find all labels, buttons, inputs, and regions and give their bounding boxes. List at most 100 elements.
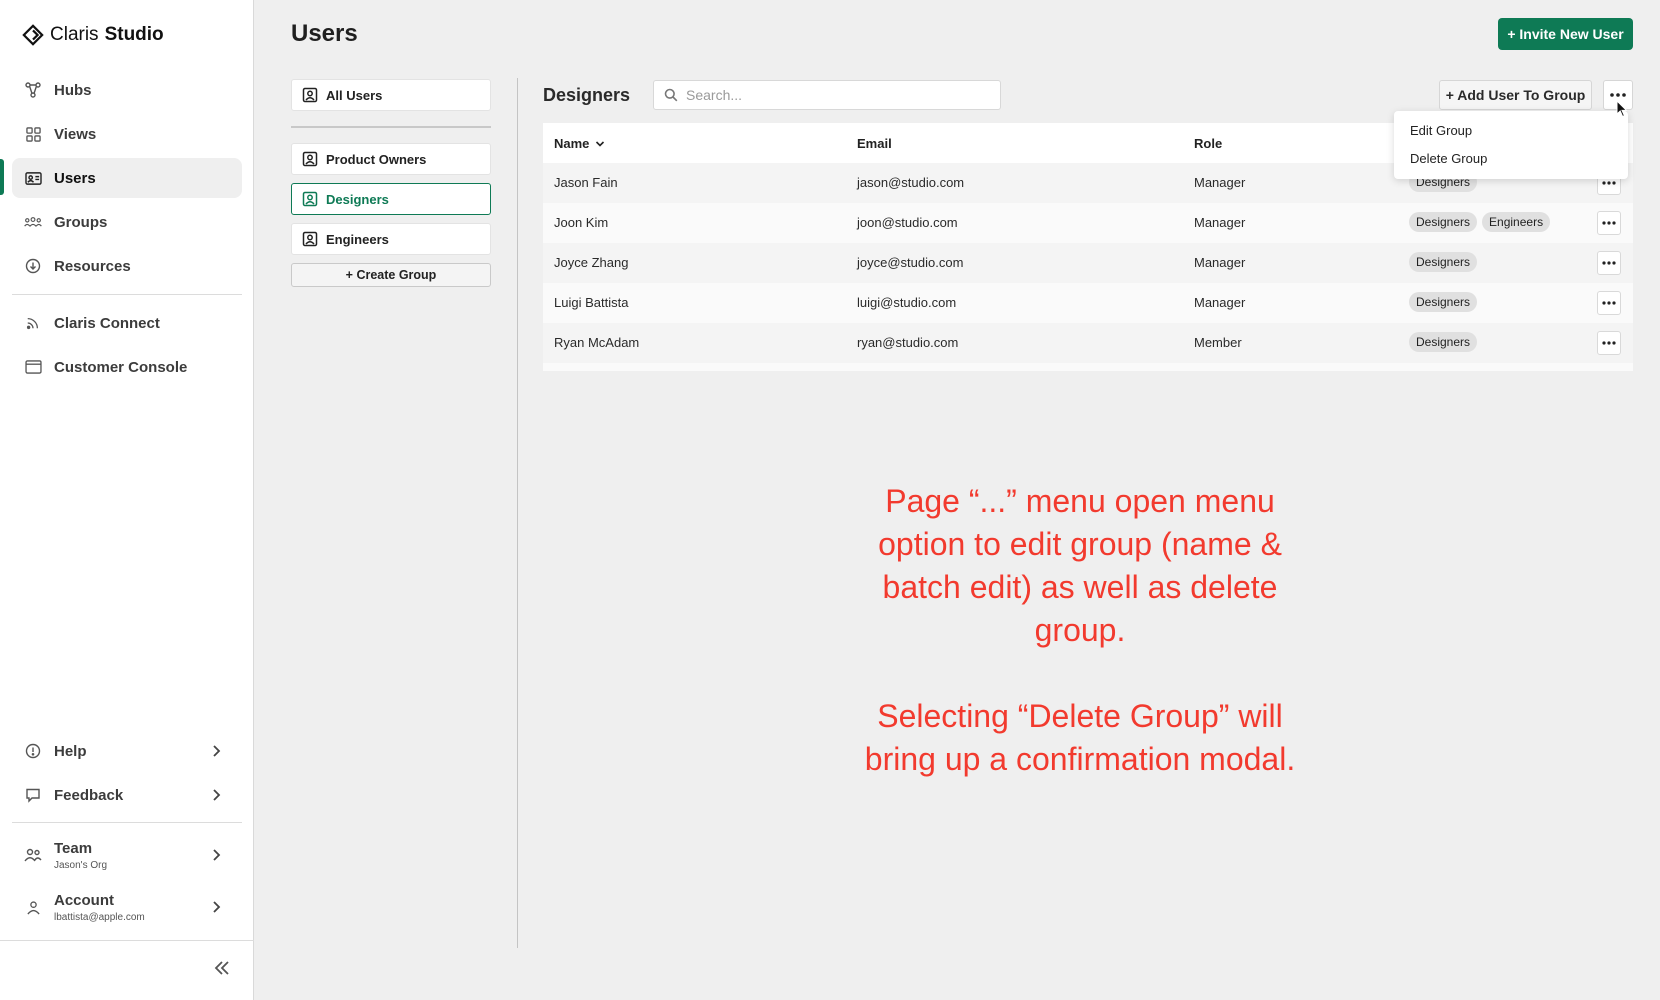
user-name: Ryan McAdam [554,335,640,350]
panel-divider [517,78,518,948]
user-role: Member [1194,335,1242,350]
user-name: Luigi Battista [554,295,629,310]
user-name: Joon Kim [554,215,609,230]
annotation-paragraph-1: Page “...” menu open menu option to edit… [878,483,1282,648]
nav-item-views[interactable]: Views [12,114,242,154]
nav-label-hubs: Hubs [54,81,92,99]
claris-studio-logo[interactable]: Claris Studio [22,24,164,46]
more-horizontal-icon [1602,181,1616,185]
nav-item-customer-console[interactable]: Customer Console [12,347,242,387]
row-more-options-button[interactable] [1597,251,1621,275]
nav-item-claris-connect[interactable]: Claris Connect [12,303,242,343]
nav-item-groups[interactable]: Groups [12,202,242,242]
team-org-name: Jason's Org [54,859,108,871]
group-tag: Engineers [1482,212,1551,232]
more-horizontal-icon [1602,341,1616,345]
more-horizontal-icon [1610,93,1626,97]
group-engineers[interactable]: Engineers [291,223,491,255]
group-designers[interactable]: Designers [291,183,491,215]
user-email: ryan@studio.com [857,335,959,350]
group-tag: Designers [1409,332,1478,352]
group-all-users[interactable]: All Users [291,79,491,111]
user-card-icon [302,151,318,167]
page-title: Users [291,20,358,47]
row-more-options-button[interactable] [1597,211,1621,235]
group-label: Engineers [326,231,389,247]
nav-label-customer-console: Customer Console [54,358,188,376]
chevron-right-icon [213,849,221,861]
user-card-icon [302,231,318,247]
table-row[interactable]: Joon Kim joon@studio.com Manager Designe… [543,203,1633,243]
group-label: All Users [326,87,383,103]
user-role: Manager [1194,295,1246,310]
nav-label-users: Users [54,169,96,187]
user-card-icon [302,191,318,207]
group-options-menu: Edit Group Delete Group [1394,111,1628,179]
add-user-to-group-button[interactable]: + Add User To Group [1439,80,1592,110]
menu-item-edit-group[interactable]: Edit Group [1410,123,1472,138]
group-tag: Designers [1409,292,1478,312]
nav-label-help: Help [54,742,87,760]
table-row[interactable]: Joyce Zhang joyce@studio.com Manager Des… [543,243,1633,283]
grid-icon [24,125,42,143]
search-input[interactable] [686,87,986,103]
design-annotation: Page “...” menu open menu option to edit… [850,480,1310,824]
search-box[interactable] [653,80,1001,110]
brand-name-studio: Studio [104,24,164,45]
claris-logo-icon [22,24,44,46]
nav-item-help[interactable]: Help [12,731,242,771]
row-more-options-button[interactable] [1597,331,1621,355]
user-name: Jason Fain [554,175,618,190]
nav-label-groups: Groups [54,213,108,231]
table-row[interactable]: Luigi Battista luigi@studio.com Manager … [543,283,1633,323]
nav-label-views: Views [54,125,97,143]
mouse-cursor-icon [1616,100,1628,118]
more-horizontal-icon [1602,261,1616,265]
groups-divider [291,126,491,128]
user-groups: Designers [1409,252,1482,272]
nav-item-feedback[interactable]: Feedback [12,775,242,815]
chevron-right-icon [213,789,221,801]
group-label: Product Owners [326,151,427,167]
speech-bubble-icon [24,786,42,804]
hubs-icon [24,81,42,99]
user-groups: Designers [1409,292,1482,312]
menu-item-delete-group[interactable]: Delete Group [1410,151,1487,166]
nav-label-feedback: Feedback [54,786,124,804]
group-product-owners[interactable]: Product Owners [291,143,491,175]
sidebar-divider [12,822,242,823]
brand-name-claris: Claris [50,24,99,45]
user-email: joyce@studio.com [857,255,964,270]
nav-item-resources[interactable]: Resources [12,246,242,286]
user-role: Manager [1194,255,1246,270]
more-horizontal-icon [1602,301,1616,305]
user-name: Joyce Zhang [554,255,629,270]
annotation-paragraph-2: Selecting “Delete Group” will bring up a… [864,698,1296,777]
collapse-sidebar-icon[interactable] [212,958,232,978]
more-horizontal-icon [1602,221,1616,225]
create-group-button[interactable]: + Create Group [291,263,491,287]
row-more-options-button[interactable] [1597,291,1621,315]
info-circle-icon [24,742,42,760]
chevron-down-icon [596,140,605,147]
group-label: Designers [326,191,389,207]
group-tag: Designers [1409,252,1478,272]
rss-icon [24,314,42,332]
column-header-name[interactable]: Name [554,136,605,151]
people-group-icon [24,213,42,231]
group-tag: Designers [1409,212,1478,232]
id-card-icon [24,169,42,187]
invite-new-user-button[interactable]: + Invite New User [1498,18,1633,50]
sidebar-divider [0,940,254,941]
active-nav-indicator [0,159,4,195]
nav-item-account[interactable]: Account lbattista@apple.com [12,883,242,931]
nav-item-users[interactable]: Users [12,158,242,198]
table-row[interactable]: Ryan McAdam ryan@studio.com Member Desig… [543,323,1633,363]
team-icon [24,846,42,864]
team-label: Team [54,839,93,857]
nav-item-hubs[interactable]: Hubs [12,70,242,110]
user-role: Manager [1194,175,1246,190]
nav-item-team[interactable]: Team Jason's Org [12,831,242,879]
user-role: Manager [1194,215,1246,230]
account-email: lbattista@apple.com [54,911,145,923]
